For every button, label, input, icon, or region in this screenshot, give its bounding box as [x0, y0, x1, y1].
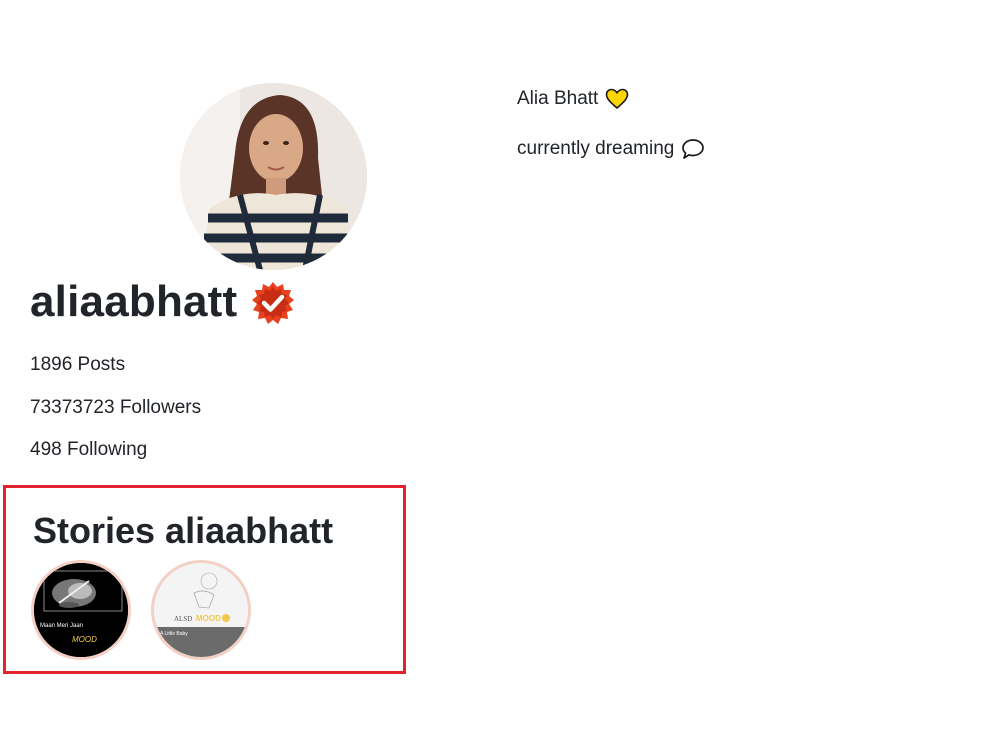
username-row: aliaabhatt: [30, 274, 295, 330]
profile-page: aliaabhatt 1896 Posts 73373723 Followers…: [0, 0, 992, 737]
bio-status-row: currently dreaming: [517, 137, 705, 161]
following-count: 498 Following: [30, 439, 148, 460]
story-item[interactable]: ALSD MOOD A Little Baby: [151, 560, 251, 660]
story-caption: Maan Meri Jaan: [40, 623, 83, 629]
yellow-heart-icon: [606, 88, 629, 110]
username: aliaabhatt: [30, 277, 238, 326]
story-caption: A Little Baby: [160, 631, 188, 637]
bio-name: Alia Bhatt: [517, 88, 599, 109]
posts-count: 1896 Posts: [30, 354, 126, 375]
followers-count: 73373723 Followers: [30, 397, 202, 418]
story-item[interactable]: Maan Meri Jaan MOOD: [31, 560, 131, 660]
story-thumbnail: ALSD MOOD A Little Baby: [154, 563, 248, 657]
profile-avatar[interactable]: [180, 83, 367, 270]
stories-title: Stories aliaabhatt: [33, 510, 334, 551]
profile-photo-image: [180, 83, 367, 270]
story-tag: ALSD: [174, 615, 192, 623]
stories-section: Stories aliaabhatt Maan Meri Jaan MOOD A…: [3, 485, 406, 674]
bio-status: currently dreaming: [517, 138, 675, 159]
verified-badge-icon: [252, 282, 295, 324]
story-mood: MOOD: [196, 614, 221, 623]
bio-name-row: Alia Bhatt: [517, 87, 629, 111]
speech-bubble-icon: [682, 139, 705, 159]
story-mood: MOOD: [72, 635, 97, 644]
story-thumbnail: Maan Meri Jaan MOOD: [34, 563, 128, 657]
